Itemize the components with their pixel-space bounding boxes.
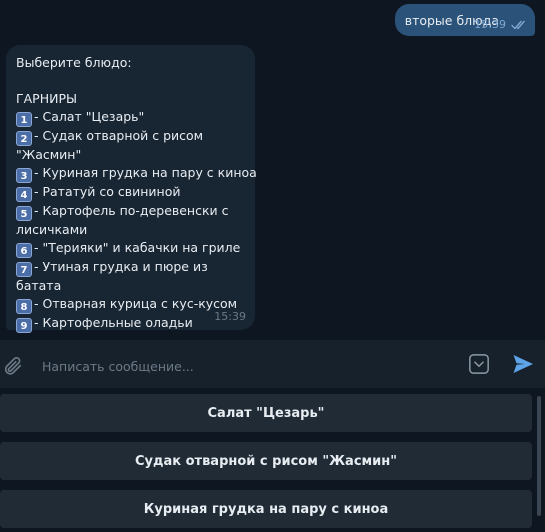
keycap-1-icon: 1 xyxy=(16,112,32,127)
keyboard-button-pike-perch[interactable]: Судак отварной с рисом "Жасмин" xyxy=(0,442,532,480)
menu-item-6: 6- "Терияки" и кабачки на гриле xyxy=(16,239,245,258)
menu-item-7-continued: батата xyxy=(16,278,62,293)
paperclip-icon[interactable] xyxy=(2,355,24,377)
menu-item-1: 1- Салат "Цезарь" xyxy=(16,108,245,127)
reply-keyboard: Салат "Цезарь" Судак отварной с рисом "Ж… xyxy=(0,388,545,532)
menu-item-8: 8- Отварная курица с кус-кусом xyxy=(16,295,245,314)
menu-item-text: - Картофель по-деревенски с xyxy=(34,203,229,218)
keycap-8-icon: 8 xyxy=(16,299,32,314)
menu-item-2: 2- Судак отварной с рисом xyxy=(16,127,245,146)
incoming-message[interactable]: Выберите блюдо: ГАРНИРЫ 1- Салат "Цезарь… xyxy=(6,45,257,333)
menu-item-text: - Судак отварной с рисом xyxy=(34,128,204,143)
menu-item-text: - "Терияки" и кабачки на гриле xyxy=(34,240,241,255)
double-check-icon xyxy=(511,20,525,29)
incoming-message-time: 15:39 xyxy=(214,310,246,323)
menu-item-text: - Отварная курица с кус-кусом xyxy=(34,296,238,311)
message-composer xyxy=(0,340,545,388)
keycap-4-icon: 4 xyxy=(16,187,32,202)
menu-item-4: 4- Рататуй со свининой xyxy=(16,183,245,202)
menu-item-text: - Картофельные оладьи xyxy=(34,315,193,330)
outgoing-message[interactable]: вторые блюда 15:39 xyxy=(394,4,535,36)
keyboard-toggle-icon[interactable] xyxy=(468,353,490,375)
chat-history[interactable]: вторые блюда 15:39 Выберите блюдо: ГАРНИ… xyxy=(0,0,545,340)
keycap-5-icon: 5 xyxy=(16,206,32,221)
menu-item-text: - Салат "Цезарь" xyxy=(34,109,145,124)
menu-item-3: 3- Куриная грудка на пару с киноа xyxy=(16,164,257,183)
keycap-9-icon: 9 xyxy=(16,318,32,333)
menu-item-9: 9- Картофельные оладьи xyxy=(16,314,245,333)
menu-item-5-continued: лисичками xyxy=(16,222,88,237)
keycap-2-icon: 2 xyxy=(16,131,32,146)
menu-item-5: 5- Картофель по-деревенски с xyxy=(16,202,245,221)
menu-item-text: - Куриная грудка на пару с киноа xyxy=(34,165,257,180)
keycap-3-icon: 3 xyxy=(16,168,32,183)
keyboard-button-chicken-quinoa[interactable]: Куриная грудка на пару с киноа xyxy=(0,490,532,528)
menu-item-2-continued: "Жасмин" xyxy=(16,147,82,162)
menu-section-title: ГАРНИРЫ xyxy=(16,91,78,106)
menu-prompt: Выберите блюдо: xyxy=(16,55,132,70)
send-icon[interactable] xyxy=(511,352,535,376)
keyboard-button-caesar-salad[interactable]: Салат "Цезарь" xyxy=(0,394,532,432)
menu-item-text: - Рататуй со свининой xyxy=(34,184,181,199)
outgoing-message-meta: 15:39 xyxy=(474,18,527,31)
keycap-7-icon: 7 xyxy=(16,262,32,277)
keycap-6-icon: 6 xyxy=(16,243,32,258)
menu-item-text: - Утиная грудка и пюре из xyxy=(34,259,208,274)
keyboard-scrollbar[interactable] xyxy=(537,396,541,516)
outgoing-message-time: 15:39 xyxy=(474,18,506,31)
menu-item-7: 7- Утиная грудка и пюре из xyxy=(16,258,245,277)
message-input[interactable] xyxy=(40,354,444,378)
